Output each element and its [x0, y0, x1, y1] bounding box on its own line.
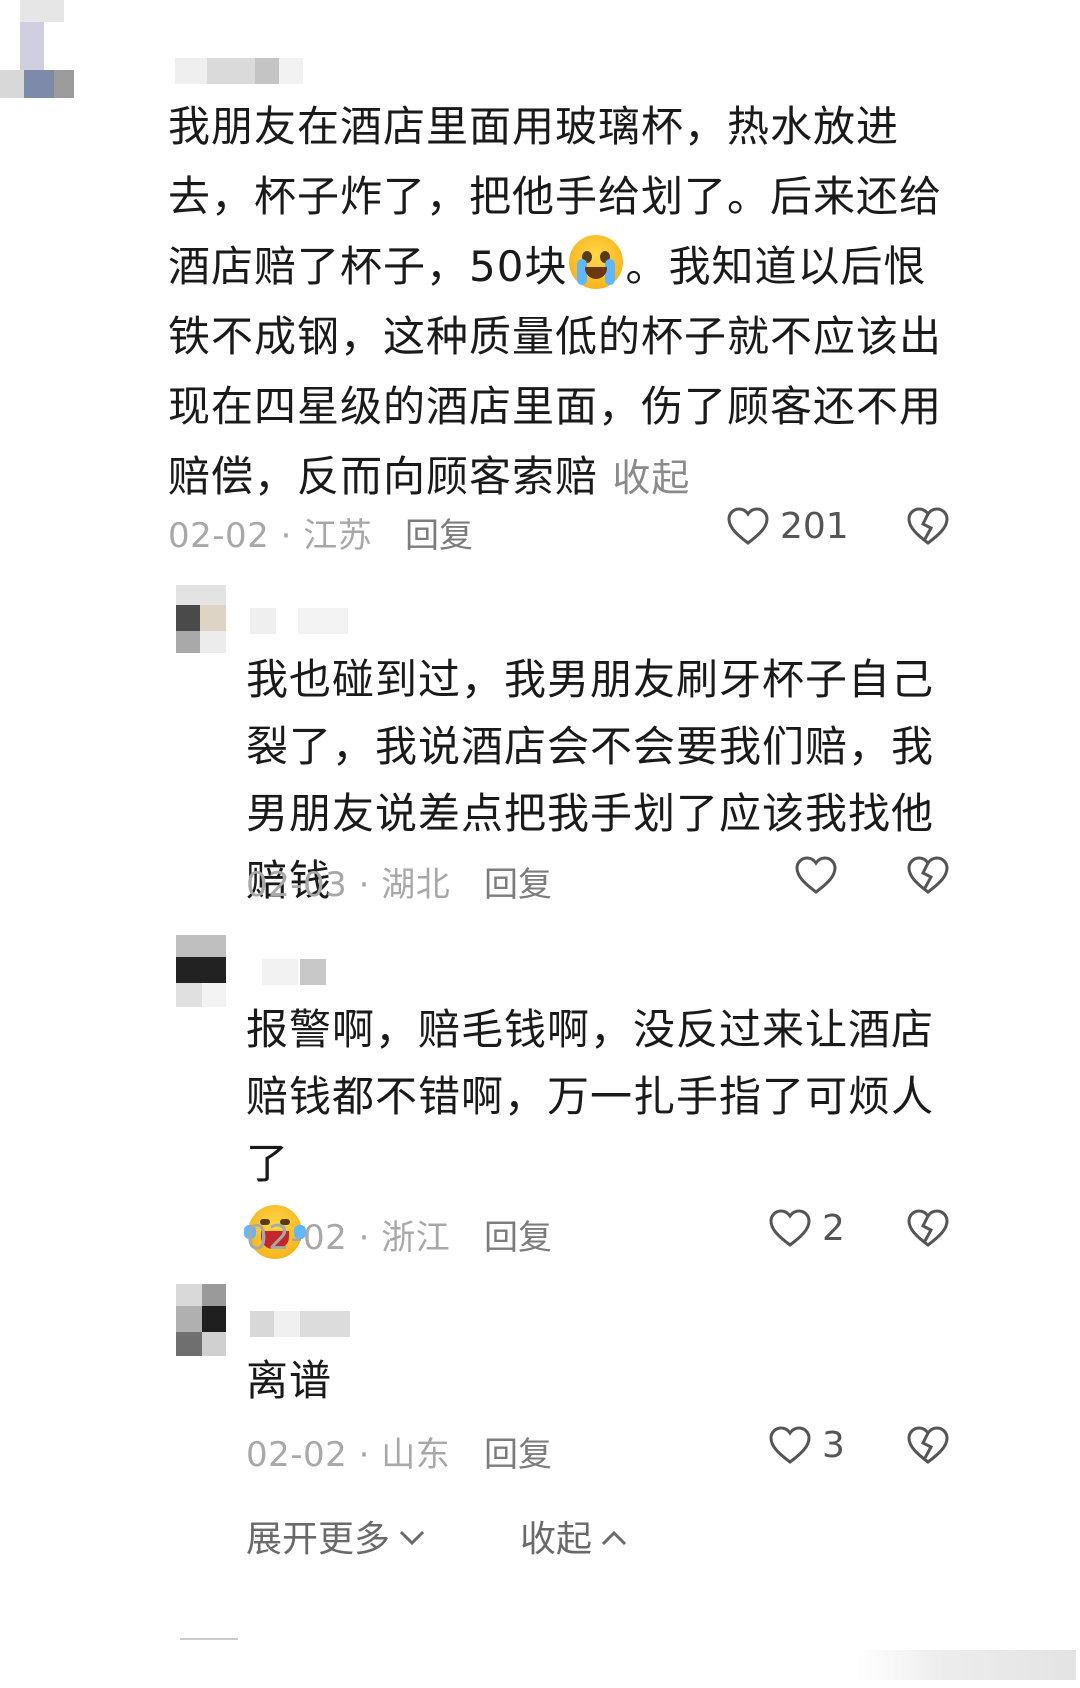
meta-separator: ·	[269, 516, 304, 556]
reply-location: 山东	[381, 1435, 451, 1475]
like-count: 2	[822, 1208, 845, 1249]
reply-button[interactable]: 回复	[484, 1427, 552, 1476]
reply-location: 浙江	[381, 1218, 451, 1258]
heart-outline-icon[interactable]	[768, 1208, 812, 1248]
avatar-reply-3[interactable]	[176, 1284, 234, 1362]
reply-location: 湖北	[381, 865, 451, 905]
reply-date: 02-03	[246, 865, 348, 905]
reply-button[interactable]: 回复	[484, 1210, 552, 1259]
reply-date: 02-02	[246, 1435, 348, 1475]
like-count: 201	[780, 506, 849, 547]
broken-heart-icon[interactable]	[906, 1425, 950, 1465]
username-blurred[interactable]	[175, 58, 303, 84]
collapse-text-link[interactable]: 收起	[612, 456, 690, 500]
comment-location: 江苏	[303, 516, 373, 556]
avatar-reply-1[interactable]	[176, 585, 234, 663]
broken-heart-icon[interactable]	[906, 506, 950, 546]
broken-heart-icon[interactable]	[906, 1208, 950, 1248]
reply-text: 离谱	[246, 1356, 333, 1405]
collapse-button[interactable]: 收起	[520, 1510, 628, 1562]
reply-text-content: 报警啊，赔毛钱啊，没反过来让酒店赔钱都不错啊，万一扎手指了可烦人了	[246, 1005, 935, 1188]
username-blurred[interactable]	[250, 608, 348, 634]
comment-date: 02-02	[168, 516, 270, 556]
meta-separator: ·	[347, 1218, 382, 1258]
meta-separator: ·	[347, 865, 382, 905]
heart-outline-icon[interactable]	[794, 855, 838, 895]
footer-divider	[180, 1638, 238, 1640]
expand-more-button[interactable]: 展开更多	[246, 1510, 426, 1562]
chevron-up-icon	[601, 1530, 627, 1546]
crying-face-emoji	[569, 235, 624, 289]
comment-meta: 02-02 · 江苏	[168, 508, 372, 557]
reply-button[interactable]: 回复	[484, 857, 552, 906]
expand-more-label: 展开更多	[246, 1519, 391, 1560]
heart-outline-icon[interactable]	[726, 506, 770, 546]
avatar-main[interactable]	[0, 0, 80, 112]
watermark-blur	[856, 1650, 1076, 1680]
collapse-label: 收起	[520, 1519, 593, 1560]
like-count: 3	[822, 1425, 845, 1466]
chevron-down-icon	[399, 1530, 425, 1546]
heart-outline-icon[interactable]	[768, 1425, 812, 1465]
avatar-reply-2[interactable]	[176, 935, 234, 1013]
username-blurred[interactable]	[262, 959, 326, 985]
reply-meta: 02-02 · 山东	[246, 1427, 450, 1476]
broken-heart-icon[interactable]	[906, 855, 950, 895]
username-blurred[interactable]	[250, 1311, 350, 1337]
reply-date: 02-02	[246, 1218, 348, 1258]
comment-text: 我朋友在酒店里面用玻璃杯，热水放进去，杯子炸了，把他手给划了。后来还给酒店赔了杯…	[168, 92, 958, 513]
meta-separator: ·	[347, 1435, 382, 1475]
reply-button[interactable]: 回复	[405, 508, 473, 557]
reply-meta: 02-02 · 浙江	[246, 1210, 450, 1259]
reply-meta: 02-03 · 湖北	[246, 857, 450, 906]
